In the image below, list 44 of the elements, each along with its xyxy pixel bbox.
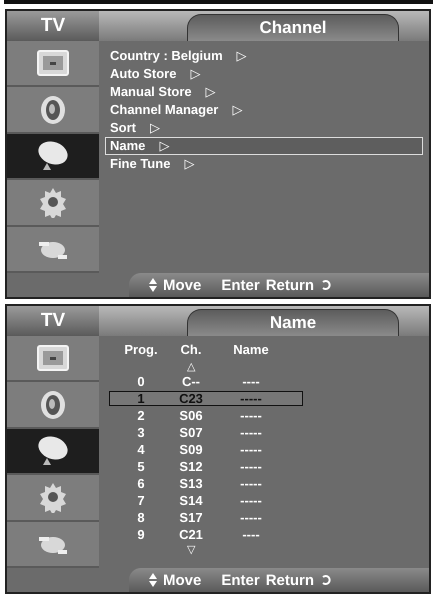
channel-row[interactable]: 9 C21 ---- [109, 527, 303, 542]
menu-item[interactable]: Auto Store ▷ [105, 65, 423, 83]
sidebar-title: TV [7, 11, 99, 41]
menu-title: Name [187, 309, 399, 336]
speaker-icon [38, 94, 68, 126]
speaker-icon [38, 388, 68, 421]
menu-item[interactable]: Sort ▷ [105, 119, 423, 137]
sidebar-item[interactable] [7, 428, 99, 476]
scroll-up-arrow[interactable]: △ [166, 362, 216, 373]
channel-row[interactable]: 0 C-- ---- [109, 374, 303, 389]
menu-item[interactable]: Name ▷ [105, 137, 423, 155]
channel-row[interactable]: 8 S17 ----- [109, 510, 303, 525]
channel-row[interactable]: 7 S14 ----- [109, 493, 303, 508]
return-hint: Return [266, 572, 314, 588]
return-hint: Return [266, 276, 314, 294]
channel-row[interactable]: 4 S09 ----- [109, 442, 303, 457]
move-hint: Move [163, 276, 202, 294]
gear-icon [37, 481, 69, 514]
column-header: Prog. [123, 343, 159, 356]
menu-item[interactable]: Manual Store ▷ [105, 83, 423, 101]
sidebar-title: TV [7, 306, 99, 336]
column-header: Name [232, 343, 270, 356]
move-hint: Move [163, 572, 202, 588]
up-down-arrow-icon [149, 278, 157, 292]
menu-item[interactable]: Fine Tune ▷ [105, 155, 423, 173]
up-down-arrow-icon [149, 573, 157, 587]
gear-icon [37, 186, 69, 218]
menu-item[interactable]: Country : Belgium ▷ [105, 47, 423, 65]
screen-icon [36, 48, 70, 78]
channel-row[interactable]: 3 S07 ----- [109, 425, 303, 440]
channel-row[interactable]: 1 C23 ----- [109, 391, 303, 406]
enter-hint: Enter [221, 276, 260, 294]
screen-icon [36, 343, 70, 374]
scroll-down-arrow[interactable]: ▽ [166, 545, 216, 556]
enter-hint: Enter [221, 572, 260, 588]
channel-row[interactable]: 5 S12 ----- [109, 459, 303, 474]
menu-title: Channel [187, 14, 399, 41]
sidebar-item[interactable] [7, 134, 99, 180]
menu-item[interactable]: Channel Manager ▷ [105, 101, 423, 119]
column-header: Ch. [180, 343, 202, 356]
channel-row[interactable]: 2 S06 ----- [109, 408, 303, 423]
channel-row[interactable]: 6 S13 ----- [109, 476, 303, 491]
return-icon [320, 574, 332, 586]
return-icon [320, 279, 332, 291]
